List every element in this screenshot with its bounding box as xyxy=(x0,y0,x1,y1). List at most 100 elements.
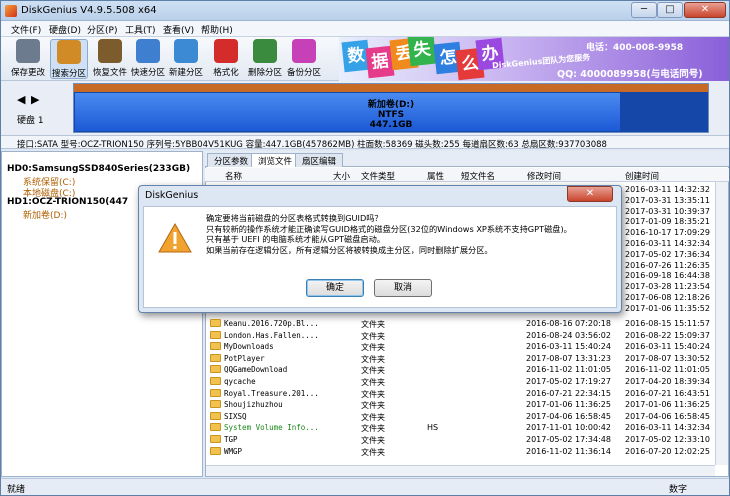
table-row[interactable]: Keanu.2016.720p.Bl... 文件夹 2016-08-16 07:20… xyxy=(206,319,716,330)
close-button[interactable]: ✕ xyxy=(684,2,726,18)
recover-icon xyxy=(98,39,122,63)
tree-node[interactable]: HD0:SamsungSSD840Series(233GB) xyxy=(7,164,190,174)
cell-created: 2016-07-21 16:43:51 xyxy=(625,388,710,398)
table-row[interactable]: London.Has.Fallen.... 文件夹 2016-08-24 03:56… xyxy=(206,330,716,342)
col-type[interactable]: 文件类型 xyxy=(361,170,395,182)
cell-name: Keanu.2016.720p.Bl... xyxy=(224,319,319,328)
created-date-cell: 2017-01-09 18:35:21 xyxy=(625,217,710,227)
folder-icon xyxy=(210,342,221,351)
format-button[interactable]: 格式化 xyxy=(207,39,245,79)
cell-type: 文件夹 xyxy=(361,331,385,341)
cell-created: 2017-04-20 18:39:34 xyxy=(625,377,710,386)
cell-type: 文件夹 xyxy=(361,436,385,445)
cancel-button[interactable]: 取消 xyxy=(374,279,432,297)
menu-view[interactable]: 查看(V) xyxy=(163,23,194,36)
tab-partition-params[interactable]: 分区参数 xyxy=(207,153,256,167)
col-size[interactable]: 大小 xyxy=(333,170,350,182)
save-changes-button[interactable]: 保存更改 xyxy=(9,39,47,79)
folder-icon xyxy=(210,423,221,432)
created-date-cell: 2016-09-18 16:44:38 xyxy=(625,271,710,281)
created-date-cell: 2017-03-31 10:39:37 xyxy=(625,206,710,216)
cell-type: 文件夹 xyxy=(361,320,385,329)
cell-mod: 2017-05-02 17:34:48 xyxy=(526,435,611,444)
tab-browse-files[interactable]: 浏览文件 xyxy=(251,153,300,167)
vertical-scrollbar[interactable] xyxy=(715,182,728,465)
cell-created: 2017-04-06 16:58:45 xyxy=(625,411,710,421)
status-numlock: 数字 xyxy=(669,485,688,495)
horizontal-scrollbar[interactable] xyxy=(206,465,715,476)
tab-sector-edit[interactable]: 扇区编辑 xyxy=(295,153,344,167)
warning-icon xyxy=(158,223,192,253)
app-window: DiskGenius V4.9.5.508 x64 ─ □ ✕ 文件(F) 硬盘… xyxy=(0,0,730,496)
col-shortname[interactable]: 短文件名 xyxy=(461,170,495,182)
delete-partition-button[interactable]: 删除分区 xyxy=(246,39,284,79)
table-row[interactable]: WMGP 文件夹 2016-11-02 11:36:14 2016-07-20 12:… xyxy=(206,446,716,458)
table-row[interactable]: System Volume Info... 文件夹 HS 2017-11-01 10:… xyxy=(206,423,716,434)
tree-node[interactable]: HD1:OCZ-TRION150(447 xyxy=(7,197,128,207)
save-icon xyxy=(16,39,40,63)
disk-info-line: 接口:SATA 型号:OCZ-TRION150 序列号:5YBB04V51KUG… xyxy=(1,135,729,149)
created-date-cell: 2016-07-26 11:26:35 xyxy=(625,260,710,270)
cell-type: 文件夹 xyxy=(361,401,385,411)
table-row[interactable]: QQGameDownload 文件夹 2016-11-02 11:01:05 2016… xyxy=(206,365,716,376)
table-row[interactable]: MyDownloads 文件夹 2016-03-11 15:40:24 2016-03… xyxy=(206,342,716,353)
menu-help[interactable]: 帮助(H) xyxy=(201,23,233,36)
ad-banner[interactable]: 数 据 丢 失 怎 么 办 DiskGenius团队为您服务 电话：400-00… xyxy=(339,37,729,81)
disk-next-icon[interactable]: ▶ xyxy=(31,93,39,106)
maximize-button[interactable]: □ xyxy=(657,2,683,18)
quick-partition-button[interactable]: 快速分区 xyxy=(129,39,167,79)
folder-icon xyxy=(210,411,221,420)
table-row[interactable]: Royal.Treasure.201... 文件夹 2016-07-21 22:34… xyxy=(206,388,716,400)
new-partition-button[interactable]: 新建分区 xyxy=(167,39,205,79)
search-partition-button[interactable]: 搜索分区 xyxy=(50,39,88,79)
created-date-cell: 2017-01-06 11:35:52 xyxy=(625,303,710,313)
menu-partition[interactable]: 分区(P) xyxy=(87,23,117,36)
menu-tools[interactable]: 工具(T) xyxy=(125,23,156,36)
cell-name: MyDownloads xyxy=(224,342,274,352)
folder-icon xyxy=(210,319,221,327)
title-bar[interactable]: DiskGenius V4.9.5.508 x64 ─ □ ✕ xyxy=(1,1,729,21)
menu-file[interactable]: 文件(F) xyxy=(11,23,41,36)
cell-type: 文件夹 xyxy=(361,343,385,353)
cell-mod: 2016-08-16 07:20:18 xyxy=(526,319,611,328)
table-row[interactable]: PotPlayer 文件夹 2017-08-07 13:31:23 2017-08-0… xyxy=(206,353,716,365)
col-name[interactable]: 名称 xyxy=(225,170,242,182)
created-date-cell: 2017-06-08 12:18:26 xyxy=(625,293,710,302)
tree-node[interactable]: 新加卷(D:) xyxy=(23,208,67,221)
status-text: 就绪 xyxy=(7,485,26,495)
cell-mod: 2017-04-06 16:58:45 xyxy=(526,411,611,421)
table-row[interactable]: Shoujizhuzhou 文件夹 2017-01-06 11:36:25 2017-… xyxy=(206,400,716,411)
file-list-header: 名称 大小 文件类型 属性 短文件名 修改时间 创建时间 xyxy=(205,168,729,182)
cell-mod: 2016-08-24 03:56:02 xyxy=(526,330,611,340)
search-icon xyxy=(57,40,81,64)
partition-bar[interactable]: 新加卷(D:) NTFS 447.1GB xyxy=(73,83,709,133)
minimize-button[interactable]: ─ xyxy=(631,2,657,18)
dialog-close-button[interactable]: ✕ xyxy=(567,186,613,202)
backup-partition-button[interactable]: 备份分区 xyxy=(285,39,323,79)
banner-qq: QQ: 4000089958(与电话同号) xyxy=(557,69,703,80)
cell-mod: 2016-11-02 11:01:05 xyxy=(526,365,611,375)
partition-bar-header xyxy=(74,84,708,92)
dialog-line: 只有较新的操作系统才能正确读写GUID格式的磁盘分区(32位的Windows X… xyxy=(206,223,572,234)
disk-prev-icon[interactable]: ◀ xyxy=(17,93,25,106)
banner-phone: 电话：400-008-9958 xyxy=(586,43,684,53)
cell-name: TGP xyxy=(224,435,238,444)
col-attr[interactable]: 属性 xyxy=(427,170,444,182)
confirm-dialog: DiskGenius ✕ 确定要将当前磁盘的分区表格式转换到GUID吗？ 只有较… xyxy=(138,185,622,313)
folder-icon xyxy=(210,330,221,339)
cell-name: qycache xyxy=(224,377,256,386)
table-row[interactable]: TGP 文件夹 2017-05-02 17:34:48 2017-05-02 12:3… xyxy=(206,435,716,446)
folder-icon xyxy=(210,365,221,374)
partition-bar-label: 新加卷(D:) NTFS 447.1GB xyxy=(74,100,708,130)
cell-name: QQGameDownload xyxy=(224,365,288,375)
table-row[interactable]: SIXSQ 文件夹 2017-04-06 16:58:45 2017-04-06 16… xyxy=(206,411,716,423)
ok-button[interactable]: 确定 xyxy=(306,279,364,297)
cell-mod: 2016-03-11 15:40:24 xyxy=(526,342,611,352)
col-created[interactable]: 创建时间 xyxy=(625,170,659,182)
col-modified[interactable]: 修改时间 xyxy=(527,170,561,182)
menu-disk[interactable]: 硬盘(D) xyxy=(49,23,81,36)
recover-files-button[interactable]: 恢复文件 xyxy=(91,39,129,79)
status-bar: 就绪 数字 xyxy=(1,478,729,495)
cell-mod: 2017-11-01 10:00:42 xyxy=(526,423,611,433)
table-row[interactable]: qycache 文件夹 2017-05-02 17:19:27 2017-04-20 … xyxy=(206,377,716,388)
